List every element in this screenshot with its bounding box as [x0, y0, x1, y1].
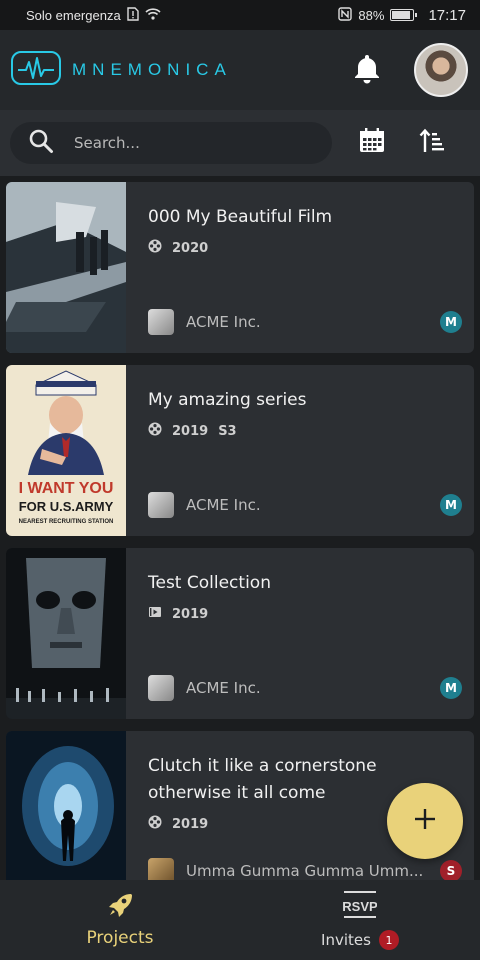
- owner-name: ACME Inc.: [186, 496, 261, 514]
- user-avatar[interactable]: [414, 43, 468, 97]
- status-bar: Solo emergenza 88% 17:17: [0, 0, 480, 30]
- rsvp-icon-text: RSVP: [343, 899, 377, 914]
- toolbar: [0, 110, 480, 176]
- nfc-icon: [338, 6, 353, 24]
- project-card-body: My amazing series 2019 S3 ACME Inc. M: [126, 365, 474, 536]
- brand-name: MNEMONICA: [72, 60, 232, 79]
- project-card-body: 000 My Beautiful Film 2020 ACME Inc. M: [126, 182, 474, 353]
- rocket-icon: [107, 892, 133, 922]
- poster-line-3: NEAREST RECRUITING STATION: [19, 519, 114, 525]
- invites-count-badge: 1: [378, 930, 399, 950]
- project-title: My amazing series: [148, 390, 307, 410]
- owner-logo-icon: [148, 492, 174, 518]
- carrier-text: Solo emergenza: [26, 7, 121, 23]
- nav-projects[interactable]: Projects: [0, 880, 240, 960]
- project-title: 000 My Beautiful Film: [148, 207, 333, 227]
- project-title: Test Collection: [148, 573, 271, 593]
- rsvp-icon: RSVP: [342, 890, 378, 924]
- project-owner: ACME Inc.: [148, 492, 426, 518]
- status-left: Solo emergenza: [26, 6, 161, 24]
- project-season: S3: [218, 423, 237, 439]
- status-right: 88% 17:17: [338, 7, 466, 24]
- plus-icon: [413, 807, 437, 835]
- poster-line-1: I WANT YOU: [19, 480, 114, 497]
- wifi-icon: [145, 7, 161, 23]
- project-poster: [6, 182, 126, 353]
- header-actions: [352, 43, 468, 97]
- app-header: MNEMONICA: [0, 30, 480, 110]
- sim-alert-icon: [126, 6, 139, 24]
- sort-ascending-icon: [418, 127, 446, 159]
- role-badge: S: [440, 860, 462, 882]
- owner-name: ACME Inc.: [186, 313, 261, 331]
- poster-line-2: FOR U.S.ARMY: [19, 499, 114, 514]
- project-card[interactable]: I WANT YOU FOR U.S.ARMY NEAREST RECRUITI…: [6, 365, 474, 536]
- search-icon: [28, 128, 54, 158]
- role-badge: M: [440, 494, 462, 516]
- project-owner: ACME Inc.: [148, 675, 426, 701]
- film-reel-icon: [148, 239, 162, 257]
- project-poster: [6, 548, 126, 719]
- project-year: 2020: [172, 240, 209, 256]
- film-reel-icon: [148, 815, 162, 833]
- nav-invites[interactable]: RSVP Invites 1: [240, 880, 480, 960]
- project-card[interactable]: Test Collection 2019 ACME Inc. M: [6, 548, 474, 719]
- nav-invites-row: Invites 1: [321, 930, 399, 950]
- battery-fill: [392, 11, 411, 19]
- battery-icon: [390, 9, 418, 21]
- search-input[interactable]: [74, 134, 294, 152]
- role-badge: M: [440, 311, 462, 333]
- nav-projects-label: Projects: [86, 928, 154, 948]
- nav-invites-label: Invites: [321, 931, 371, 949]
- search-box[interactable]: [10, 122, 332, 164]
- clock: 17:17: [428, 6, 466, 24]
- owner-logo-icon: [148, 675, 174, 701]
- bell-icon[interactable]: [352, 52, 382, 88]
- battery-percent: 88%: [358, 7, 385, 23]
- brand[interactable]: MNEMONICA: [10, 48, 232, 92]
- film-reel-icon: [148, 422, 162, 440]
- project-owner: ACME Inc.: [148, 309, 426, 335]
- project-year: 2019: [172, 606, 209, 622]
- project-card[interactable]: 000 My Beautiful Film 2020 ACME Inc. M: [6, 182, 474, 353]
- add-project-button[interactable]: [387, 783, 463, 859]
- mnemonica-logo-icon: [10, 48, 62, 92]
- role-badge: M: [440, 677, 462, 699]
- project-meta: 2020: [148, 239, 464, 257]
- project-card-body: Test Collection 2019 ACME Inc. M: [126, 548, 474, 719]
- calendar-icon: [358, 127, 386, 159]
- sort-button[interactable]: [412, 123, 452, 163]
- owner-logo-icon: [148, 309, 174, 335]
- owner-name: ACME Inc.: [186, 679, 261, 697]
- bottom-nav: Projects RSVP Invites 1: [0, 880, 480, 960]
- project-meta: 2019 S3: [148, 422, 464, 440]
- project-poster: I WANT YOU FOR U.S.ARMY NEAREST RECRUITI…: [6, 365, 126, 536]
- project-poster: [6, 731, 126, 902]
- project-year: 2019: [172, 816, 209, 832]
- owner-name: Umma Gumma Gumma Umm...: [186, 862, 424, 880]
- collection-play-icon: [148, 605, 162, 623]
- project-year: 2019: [172, 423, 209, 439]
- calendar-filter-button[interactable]: [352, 123, 392, 163]
- project-meta: 2019: [148, 605, 464, 623]
